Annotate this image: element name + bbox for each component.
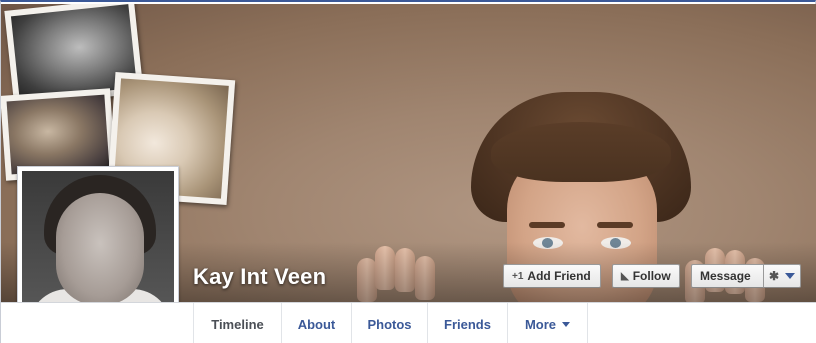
- profile-header: Kay Int Veen +1 Add Friend ◣ Follow Mess…: [0, 0, 816, 343]
- tab-photos[interactable]: Photos: [352, 303, 428, 343]
- tab-about[interactable]: About: [282, 303, 352, 343]
- follow-button[interactable]: ◣ Follow: [612, 264, 680, 288]
- follow-label: Follow: [632, 269, 671, 283]
- chevron-down-icon: [562, 321, 571, 327]
- profile-tabs: Timeline About Photos Friends More: [1, 302, 816, 343]
- gear-icon: ✱: [769, 269, 780, 283]
- add-friend-button[interactable]: +1 Add Friend: [503, 264, 601, 288]
- add-friend-label: Add Friend: [527, 269, 591, 283]
- tab-more[interactable]: More: [508, 303, 588, 343]
- settings-dropdown-button[interactable]: ✱: [763, 264, 801, 288]
- profile-name[interactable]: Kay Int Veen: [193, 264, 326, 290]
- tab-friends[interactable]: Friends: [428, 303, 508, 343]
- add-friend-icon: +1: [512, 270, 524, 282]
- message-label: Message: [700, 269, 751, 283]
- tab-timeline[interactable]: Timeline: [193, 303, 282, 343]
- rss-icon: ◣: [621, 270, 629, 282]
- message-button[interactable]: Message: [691, 264, 763, 288]
- chevron-down-icon: [785, 273, 795, 279]
